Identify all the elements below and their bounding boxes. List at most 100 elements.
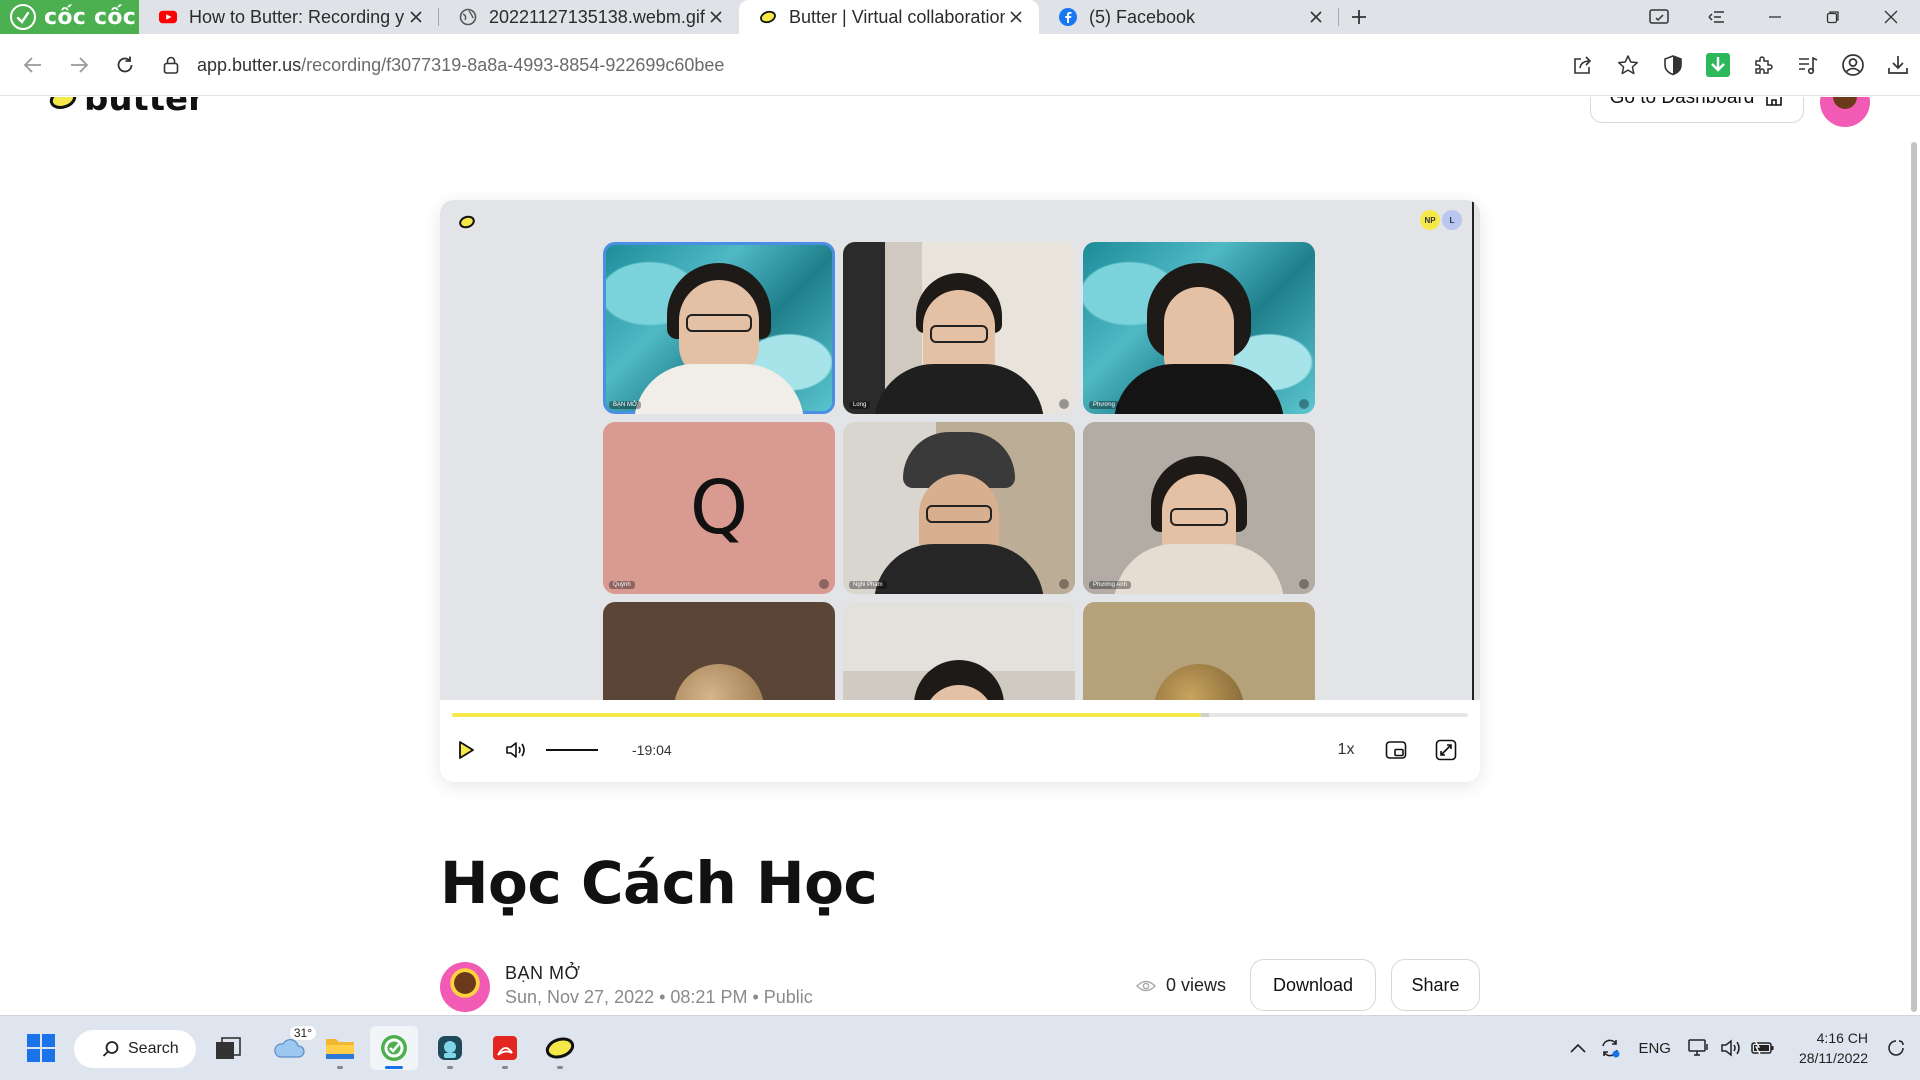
back-arrow-icon[interactable] — [10, 42, 56, 88]
tab-search-icon[interactable] — [1688, 0, 1746, 34]
volume-button[interactable] — [496, 730, 536, 770]
tab-butter[interactable]: Butter | Virtual collaboration — [739, 0, 1039, 34]
minimize-icon[interactable] — [1746, 0, 1804, 34]
music-playlist-icon[interactable] — [1785, 44, 1830, 86]
participant-badge: L — [1442, 210, 1462, 230]
tab-youtube[interactable]: How to Butter: Recording yo — [139, 0, 439, 34]
network-icon[interactable] — [1683, 1028, 1715, 1068]
mic-status-icon — [1299, 579, 1309, 589]
new-tab-button[interactable] — [1339, 0, 1379, 34]
page-scrollbar[interactable] — [1908, 97, 1920, 1015]
participant-name: Phương — [1089, 401, 1119, 409]
playback-speed-button[interactable]: 1x — [1326, 741, 1366, 759]
input-language[interactable]: ENG — [1638, 1040, 1671, 1057]
coccoc-browser-button[interactable] — [370, 1026, 418, 1070]
taskbar-search[interactable]: Search — [74, 1030, 196, 1068]
close-icon[interactable] — [1305, 6, 1327, 28]
search-label: Search — [128, 1040, 179, 1057]
user-avatar[interactable] — [1820, 97, 1870, 127]
lock-icon[interactable] — [155, 56, 187, 74]
extensions-puzzle-icon[interactable] — [1740, 44, 1785, 86]
progress-buffer — [1200, 713, 1209, 717]
system-tray: ENG 4:16 CH 28/11/2022 — [1562, 1016, 1920, 1080]
profile-icon[interactable] — [1830, 44, 1875, 86]
share-page-icon[interactable] — [1560, 44, 1605, 86]
author-avatar[interactable] — [440, 962, 490, 1012]
video-tile: Phương — [1083, 242, 1315, 414]
placeholder-bust — [1154, 663, 1244, 700]
fullscreen-button[interactable] — [1426, 730, 1466, 770]
download-extension-icon[interactable] — [1695, 44, 1740, 86]
video-frame[interactable]: NP L BẠN MỞ Long Phương Q Quỳnh Nghi Phạ… — [440, 200, 1480, 700]
weather-temperature: 31° — [289, 1026, 316, 1040]
close-icon[interactable] — [705, 6, 727, 28]
participant-name: Phương Anh — [1089, 581, 1131, 589]
butter-logo[interactable]: butter — [48, 97, 205, 119]
windows-logo-icon — [27, 1034, 55, 1062]
running-indicator — [557, 1066, 563, 1069]
app-button[interactable] — [426, 1026, 474, 1070]
clock-date: 28/11/2022 — [1798, 1050, 1868, 1066]
browser-toolbar: app.butter.us/recording/f3077319-8a8a-49… — [0, 34, 1920, 96]
butter-logo-icon — [49, 97, 77, 109]
screenshot-icon[interactable] — [1630, 0, 1688, 34]
tab-title: Butter | Virtual collaboration — [789, 6, 1005, 27]
video-player: NP L BẠN MỞ Long Phương Q Quỳnh Nghi Phạ… — [440, 200, 1480, 782]
volume-slider[interactable] — [546, 749, 598, 751]
downloads-icon[interactable] — [1875, 44, 1920, 86]
running-indicator — [385, 1066, 403, 1069]
facebook-icon — [1059, 8, 1077, 26]
butter-watermark-icon — [459, 215, 475, 229]
notifications-icon[interactable] — [1880, 1028, 1912, 1068]
file-explorer-button[interactable] — [316, 1026, 364, 1070]
go-to-dashboard-button[interactable]: Go to Dashboard — [1590, 97, 1804, 123]
picture-in-picture-button[interactable] — [1376, 730, 1416, 770]
running-indicator — [337, 1066, 343, 1069]
tab-title: 20221127135138.webm.gif ( — [489, 6, 705, 27]
dashboard-label: Go to Dashboard — [1609, 97, 1755, 108]
butter-app-button[interactable] — [536, 1026, 584, 1070]
url-text[interactable]: app.butter.us/recording/f3077319-8a8a-49… — [197, 55, 724, 76]
tab-gif[interactable]: 20221127135138.webm.gif ( — [439, 0, 739, 34]
adblock-shield-icon[interactable] — [1650, 44, 1695, 86]
mic-status-icon — [819, 579, 829, 589]
video-tile — [1083, 602, 1315, 700]
battery-icon[interactable] — [1747, 1028, 1779, 1068]
participant-body — [634, 364, 804, 414]
close-icon[interactable] — [1005, 6, 1027, 28]
participant-glasses — [686, 314, 752, 333]
video-tile: Phương Anh — [1083, 422, 1315, 594]
time-remaining: -19:04 — [632, 742, 672, 758]
progress-fill — [452, 713, 1201, 717]
close-icon[interactable] — [405, 6, 427, 28]
progress-bar[interactable] — [452, 713, 1468, 717]
bookmark-star-icon[interactable] — [1605, 44, 1650, 86]
address-bar[interactable]: app.butter.us/recording/f3077319-8a8a-49… — [155, 43, 1510, 87]
scrollbar-thumb[interactable] — [1911, 142, 1917, 1012]
share-button[interactable]: Share — [1391, 959, 1480, 1011]
tab-facebook[interactable]: (5) Facebook — [1039, 0, 1339, 34]
reload-icon[interactable] — [102, 42, 148, 88]
download-button[interactable]: Download — [1250, 959, 1376, 1011]
pdf-reader-icon — [493, 1036, 517, 1060]
sync-icon[interactable] — [1594, 1028, 1626, 1068]
task-view-button[interactable] — [204, 1026, 252, 1070]
placeholder-bust — [674, 663, 764, 700]
window-controls — [1630, 0, 1920, 34]
clock[interactable]: 4:16 CH 28/11/2022 — [1799, 1028, 1868, 1068]
video-tile: Nghi Phạm — [843, 422, 1075, 594]
forward-arrow-icon[interactable] — [56, 42, 102, 88]
eye-icon — [1136, 980, 1156, 991]
participant-name: Nghi Phạm — [849, 581, 887, 589]
coccoc-brand-button[interactable]: cốc cốc — [0, 0, 139, 34]
author-name: BẠN MỞ — [505, 963, 581, 983]
search-icon — [102, 1041, 119, 1057]
chevron-up-icon[interactable] — [1562, 1028, 1594, 1068]
start-button[interactable] — [17, 1026, 65, 1070]
restore-icon[interactable] — [1804, 0, 1862, 34]
close-window-icon[interactable] — [1862, 0, 1920, 34]
speaker-icon[interactable] — [1715, 1028, 1747, 1068]
play-button[interactable] — [446, 730, 486, 770]
weather-widget[interactable]: 31° — [262, 1026, 316, 1070]
acrobat-button[interactable] — [481, 1026, 529, 1070]
